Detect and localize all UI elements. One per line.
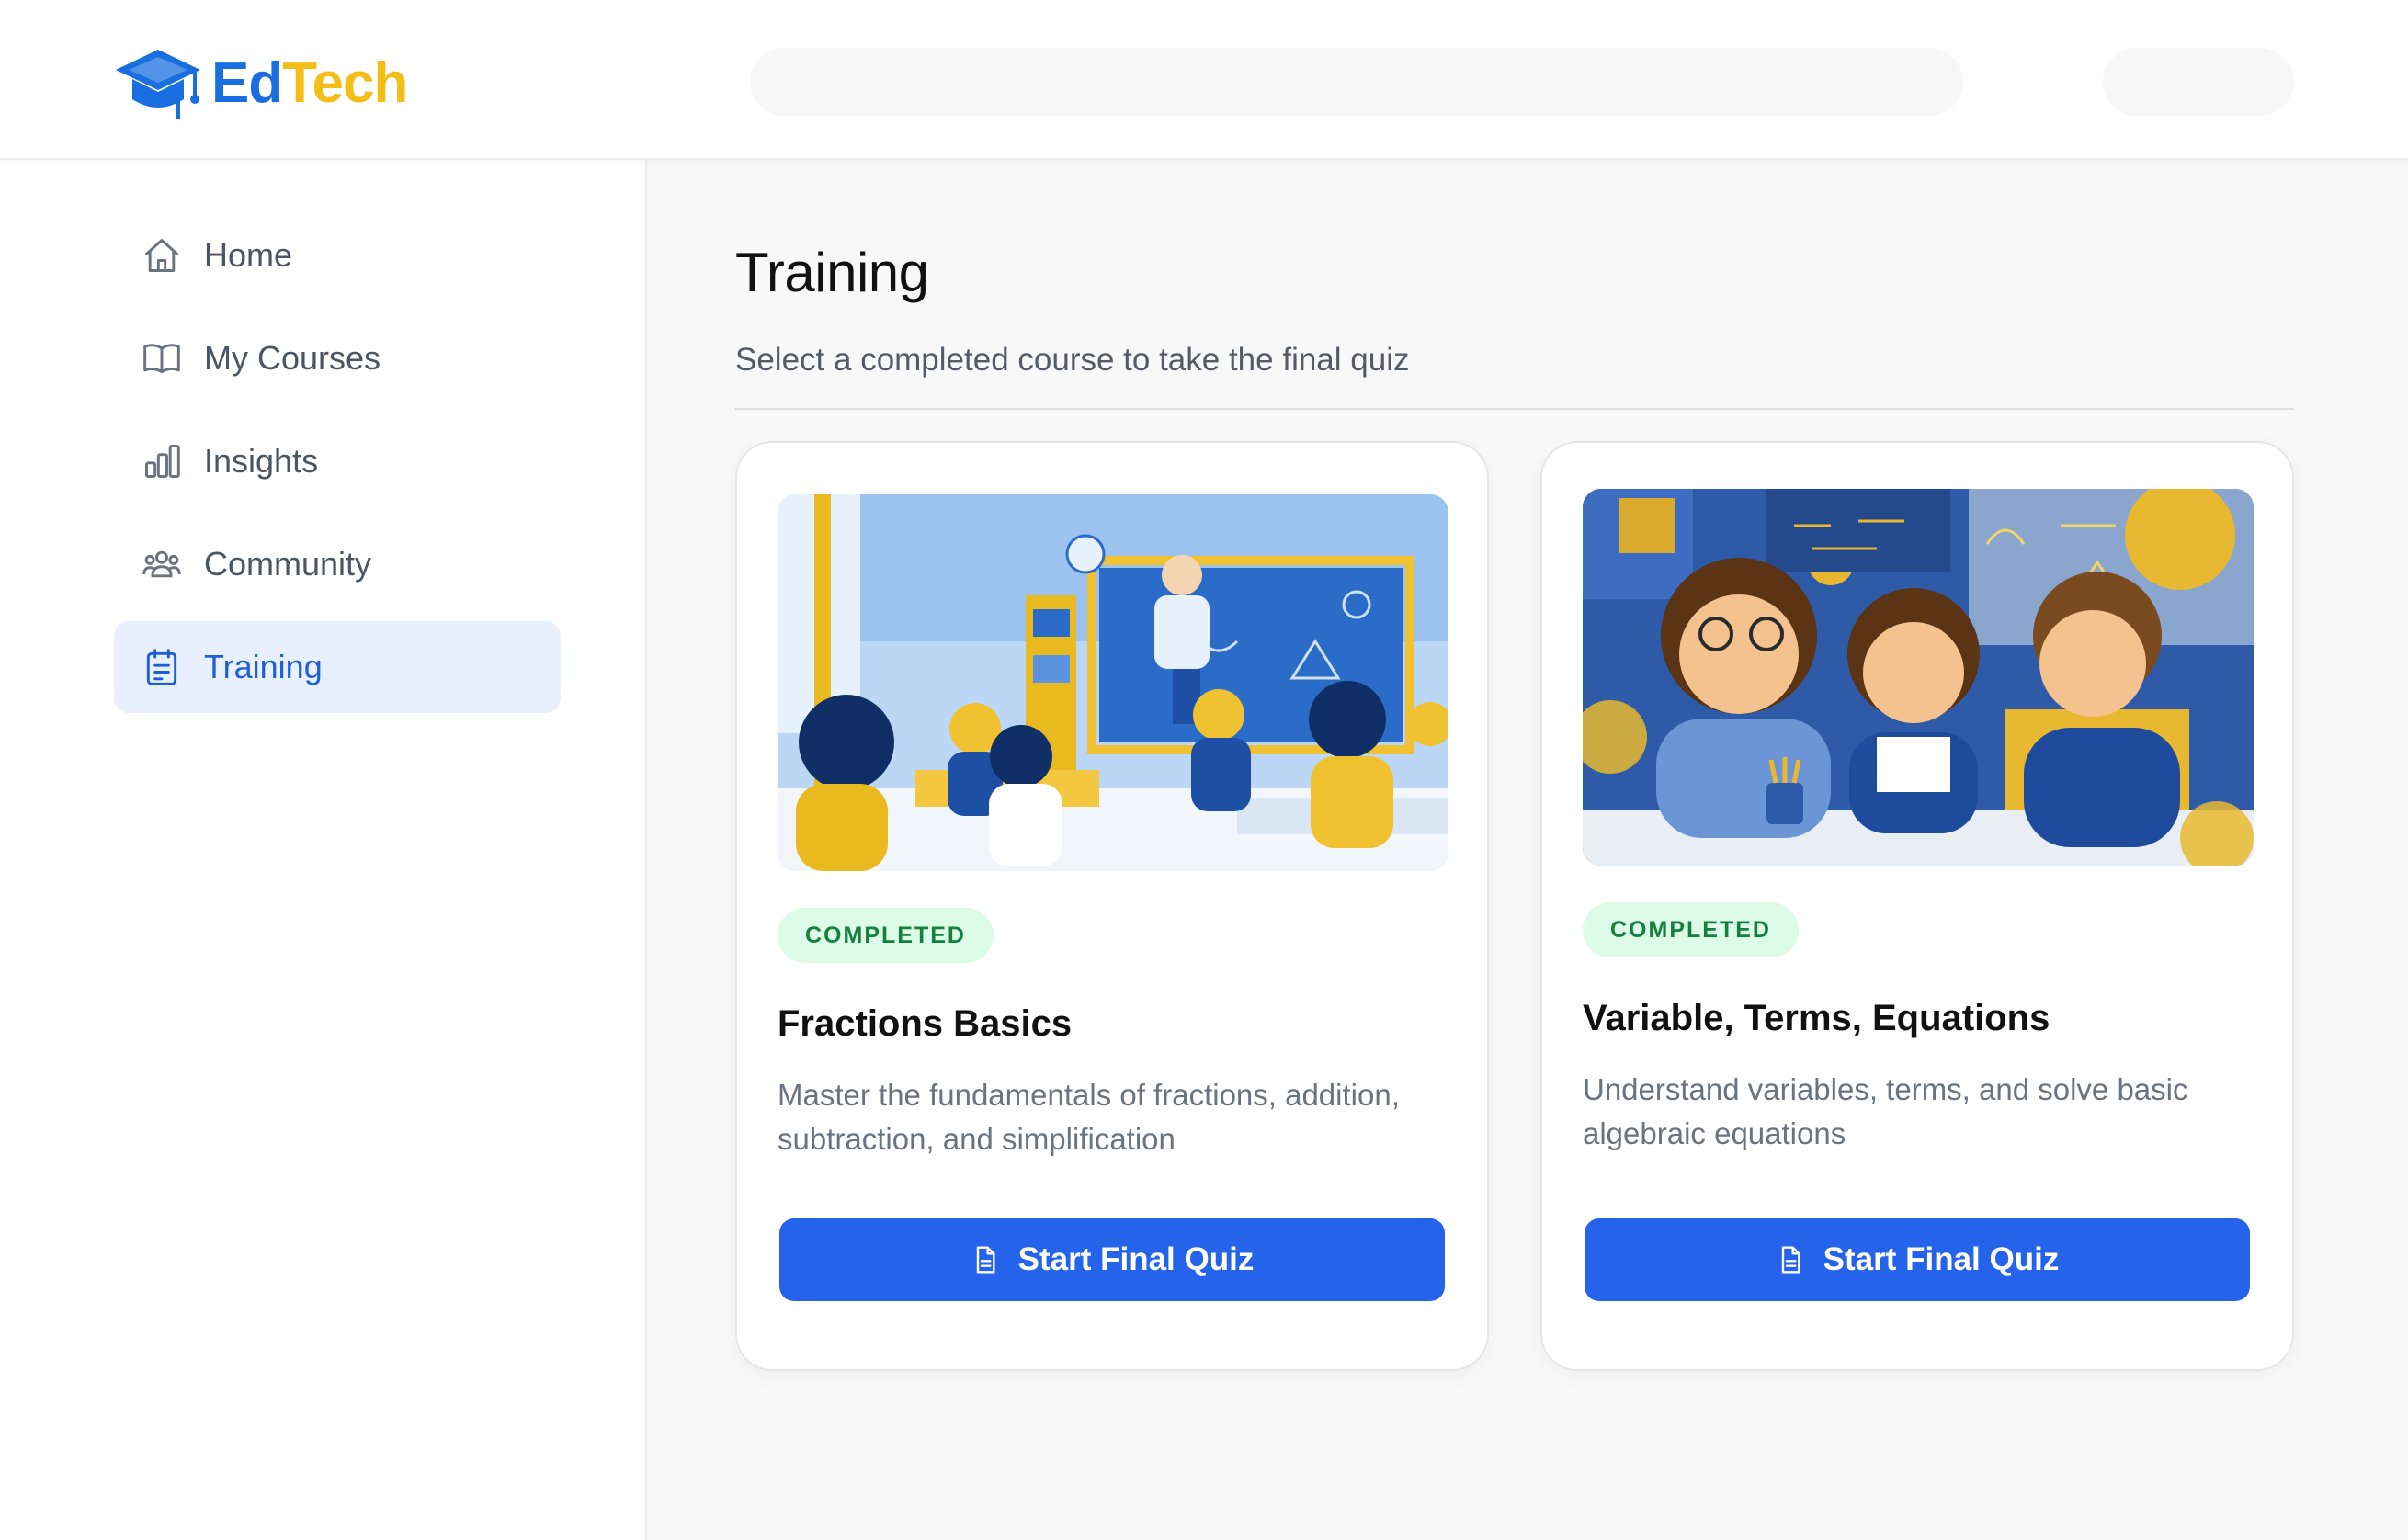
home-icon: [142, 235, 182, 276]
sidebar-item-community[interactable]: Community: [114, 518, 561, 610]
document-icon: [971, 1245, 1000, 1274]
page-title: Training: [735, 242, 929, 303]
bar-chart-icon: [142, 441, 182, 481]
graduation-cap-icon: [112, 42, 204, 125]
divider: [735, 408, 2294, 410]
status-badge: COMPLETED: [1583, 902, 1799, 957]
course-description: Master the fundamentals of fractions, ad…: [778, 1078, 1400, 1156]
status-badge: COMPLETED: [778, 908, 994, 963]
course-title: Fractions Basics: [778, 1003, 1073, 1044]
start-final-quiz-label: Start Final Quiz: [1017, 1241, 1255, 1277]
course-image: [778, 494, 1448, 871]
sidebar-item-training[interactable]: Training: [114, 621, 561, 713]
sidebar-item-home[interactable]: Home: [114, 209, 561, 301]
start-final-quiz-button[interactable]: Start Final Quiz: [1585, 1218, 2250, 1301]
book-open-icon: [142, 338, 182, 379]
logo[interactable]: EdTech: [112, 42, 408, 125]
search-input[interactable]: [750, 48, 1963, 116]
logo-text: EdTech: [211, 55, 408, 112]
document-icon: [1776, 1245, 1805, 1274]
course-title: Variable, Terms, Equations: [1583, 998, 2050, 1038]
sidebar-item-label: Training: [204, 648, 323, 685]
start-final-quiz-label: Start Final Quiz: [1823, 1241, 2060, 1277]
user-menu-button[interactable]: [2103, 48, 2294, 116]
course-card: COMPLETED Fractions Basics Master the fu…: [735, 441, 1489, 1371]
sidebar-item-label: Community: [204, 545, 372, 583]
start-final-quiz-button[interactable]: Start Final Quiz: [779, 1218, 1445, 1301]
sidebar-item-label: Insights: [204, 442, 319, 480]
course-image: [1583, 489, 2254, 866]
sidebar-item-insights[interactable]: Insights: [114, 415, 561, 507]
logo-text-tech: Tech: [282, 51, 408, 115]
sidebar-item-label: My Courses: [204, 339, 381, 377]
course-description: Understand variables, terms, and solve b…: [1583, 1072, 2188, 1150]
sidebar-item-my-courses[interactable]: My Courses: [114, 312, 561, 404]
logo-text-ed: Ed: [211, 51, 283, 115]
top-header: EdTech: [0, 0, 2408, 160]
users-icon: [142, 544, 182, 584]
page-subtitle: Select a completed course to take the fi…: [735, 342, 1410, 378]
sidebar: Home My Courses Insights Community Train…: [0, 160, 647, 1540]
course-card: COMPLETED Variable, Terms, Equations Und…: [1540, 441, 2294, 1371]
clipboard-list-icon: [142, 647, 182, 687]
sidebar-item-label: Home: [204, 236, 293, 274]
